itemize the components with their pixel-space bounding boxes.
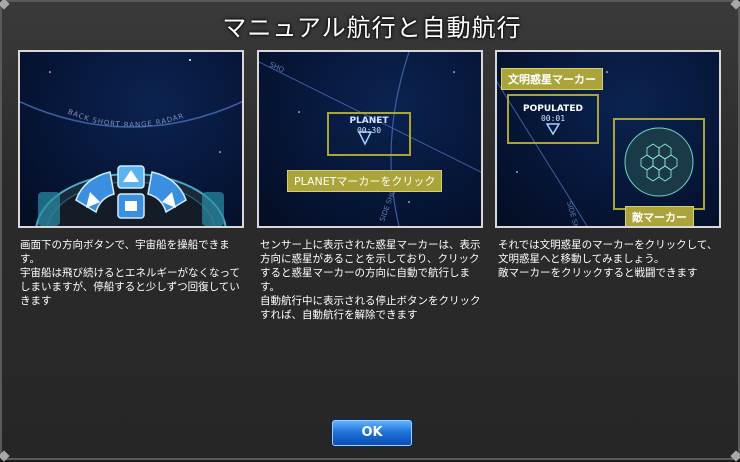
enemy-marker-label: 敵マーカー xyxy=(625,206,694,226)
populated-marker-label: 文明惑星マーカー xyxy=(501,68,603,90)
desc-text: それでは文明惑星のマーカーをクリックして、文明惑星へと移動してみましょう。 xyxy=(498,239,718,265)
desc-text: 自動航行中に表示される停止ボタンをクリックすれば、自動航行を解除できます xyxy=(260,295,481,321)
desc-text: 敵マーカーをクリックすると戦闘できます xyxy=(498,267,698,279)
manual-navigation-image: BACK SHORT RANGE RADAR xyxy=(18,50,244,228)
radar-label: BACK SHORT RANGE RADAR xyxy=(67,108,185,129)
populated-marker-description: それでは文明惑星のマーカーをクリックして、文明惑星へと移動してみましょう。 敵マ… xyxy=(498,238,724,280)
arrow-up-icon[interactable] xyxy=(117,165,145,189)
planet-marker-name: PLANET xyxy=(349,116,389,126)
enemy-marker-highlight xyxy=(613,118,705,210)
planet-marker-time: 00:30 xyxy=(356,126,382,135)
radar-label: SIDE SHORT RA xyxy=(565,200,587,226)
manual-navigation-illustration: BACK SHORT RANGE RADAR xyxy=(20,59,242,226)
planet-marker[interactable]: PLANET 00:30 xyxy=(329,116,409,135)
populated-marker[interactable]: POPULATED 00:01 xyxy=(509,104,597,123)
manual-navigation-description: 画面下の方向ボタンで、宇宙船を操船できます。 宇宙船は飛び続けるとエネルギーがな… xyxy=(20,238,246,308)
desc-text: 宇宙船は飛び続けるとエネルギーがなくなってしまいますが、停船すると少しずつ回復し… xyxy=(20,267,240,307)
planet-marker-image: SHO SIDE SHORT PLANET 00:30 PLANETマーカーをク… xyxy=(257,50,483,228)
populated-marker-name: POPULATED xyxy=(523,104,583,114)
dialog-title: マニュアル航行と自動航行 xyxy=(222,14,522,42)
svg-text:BACK SHORT RANGE RADAR: BACK SHORT RANGE RADAR xyxy=(67,108,186,129)
planet-marker-description: センサー上に表示された惑星マーカーは、表示方向に惑星があることを示しており、クリ… xyxy=(260,238,486,322)
desc-text: センサー上に表示された惑星マーカーは、表示方向に惑星があることを示しており、クリ… xyxy=(260,239,481,293)
desc-text: 画面下の方向ボタンで、宇宙船を操船できます。 xyxy=(20,239,230,265)
populated-marker-image: SIDE SHORT RA 文明惑星マーカー POPULATED xyxy=(495,50,721,228)
ok-button[interactable]: OK xyxy=(332,420,412,446)
svg-text:SHO: SHO xyxy=(268,61,286,75)
tutorial-dialog: マニュアル航行と自動航行 BACK SHORT RANGE RADAR 画面下の… xyxy=(0,0,740,462)
stop-icon[interactable] xyxy=(117,193,145,219)
planet-marker-callout: PLANETマーカーをクリック xyxy=(287,170,443,192)
populated-marker-time: 00:01 xyxy=(540,114,566,123)
